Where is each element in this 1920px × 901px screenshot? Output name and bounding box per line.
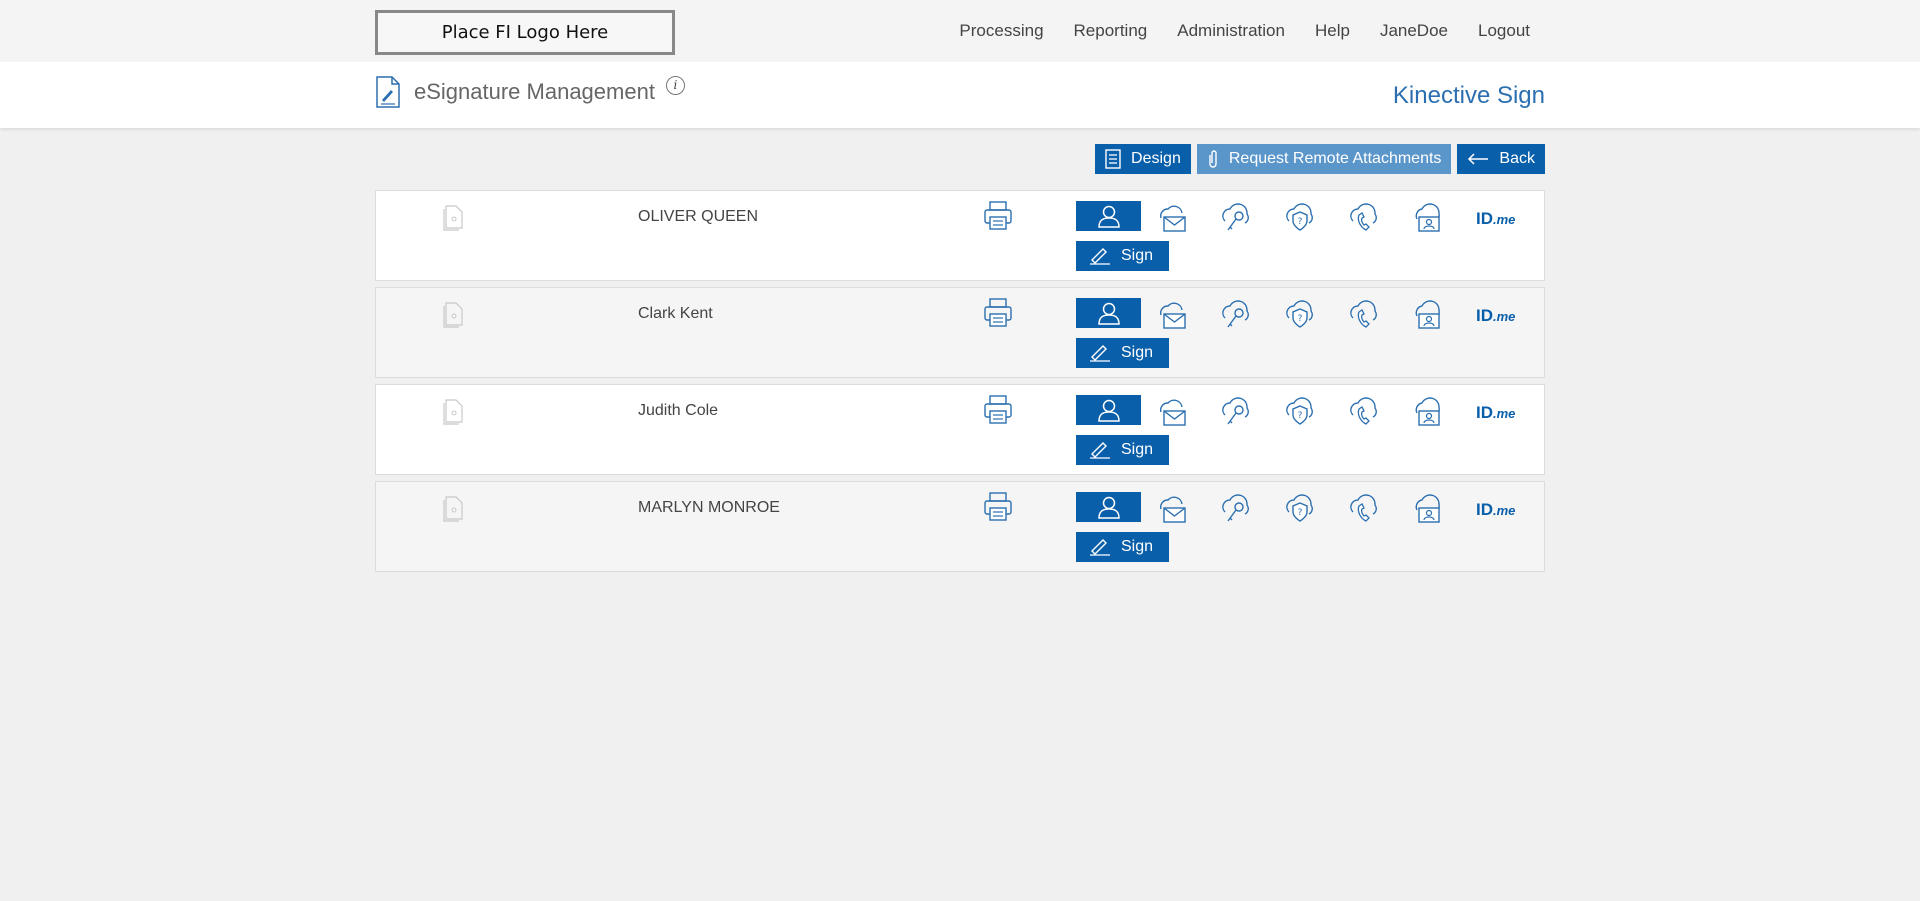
idme-icon[interactable]: ID.me [1476, 500, 1515, 520]
sign-label: Sign [1121, 538, 1154, 555]
person-icon [1097, 496, 1120, 519]
sign-label: Sign [1121, 344, 1154, 361]
idme-main: ID [1476, 403, 1493, 422]
title-bar: eSignature Management i Kinective Sign [0, 62, 1920, 128]
phone-cloud-icon[interactable] [1348, 300, 1380, 332]
nav-reporting[interactable]: Reporting [1074, 21, 1148, 41]
sign-label: Sign [1121, 247, 1154, 264]
idme-suffix: .me [1493, 406, 1516, 421]
pen-icon [1090, 539, 1110, 556]
in-person-signer-button[interactable] [1076, 492, 1141, 522]
sign-button[interactable]: Sign [1076, 241, 1169, 271]
id-card-cloud-icon[interactable] [1412, 300, 1444, 332]
design-label: Design [1131, 150, 1181, 167]
key-cloud-icon[interactable] [1220, 397, 1252, 429]
security-question-cloud-icon[interactable]: ? [1284, 203, 1316, 235]
pen-icon [1090, 345, 1110, 362]
email-cloud-icon[interactable] [1156, 397, 1188, 429]
action-toolbar: Design Request Remote Attachments Back [1089, 144, 1545, 174]
request-remote-attachments-label: Request Remote Attachments [1228, 150, 1442, 167]
main-nav: Processing Reporting Administration Help… [929, 0, 1530, 62]
idme-main: ID [1476, 306, 1493, 325]
idme-icon[interactable]: ID.me [1476, 209, 1515, 229]
svg-text:?: ? [1298, 217, 1303, 227]
page-heading: eSignature Management i [376, 75, 685, 108]
nav-processing[interactable]: Processing [959, 21, 1043, 41]
in-person-signer-button[interactable] [1076, 201, 1141, 231]
info-icon[interactable]: i [665, 75, 685, 95]
nav-user[interactable]: JaneDoe [1380, 21, 1448, 41]
printer-icon[interactable] [984, 201, 1012, 231]
printer-icon[interactable] [984, 492, 1012, 522]
printer-icon[interactable] [984, 298, 1012, 328]
document-icon[interactable] [442, 302, 464, 328]
page-title: eSignature Management [414, 79, 655, 104]
person-icon [1097, 205, 1120, 228]
security-question-cloud-icon[interactable]: ? [1284, 397, 1316, 429]
id-card-cloud-icon[interactable] [1412, 397, 1444, 429]
person-icon [1097, 399, 1120, 422]
back-button[interactable]: Back [1457, 144, 1545, 174]
back-label: Back [1499, 150, 1535, 167]
idme-suffix: .me [1493, 212, 1516, 227]
in-person-signer-button[interactable] [1076, 395, 1141, 425]
sign-button[interactable]: Sign [1076, 532, 1169, 562]
request-remote-attachments-button[interactable]: Request Remote Attachments [1196, 144, 1452, 174]
nav-logout[interactable]: Logout [1478, 21, 1530, 41]
idme-main: ID [1476, 209, 1493, 228]
idme-icon[interactable]: ID.me [1476, 306, 1515, 326]
email-cloud-icon[interactable] [1156, 494, 1188, 526]
id-card-cloud-icon[interactable] [1412, 203, 1444, 235]
svg-text:?: ? [1298, 411, 1303, 421]
email-cloud-icon[interactable] [1156, 300, 1188, 332]
idme-suffix: .me [1493, 503, 1516, 518]
brand-title: Kinective Sign [1392, 82, 1545, 109]
nav-help[interactable]: Help [1315, 21, 1350, 41]
signer-row: Judith Cole Sign ? ID.me [375, 384, 1545, 475]
document-icon[interactable] [442, 399, 464, 425]
pen-icon [1090, 442, 1110, 459]
sign-label: Sign [1121, 441, 1154, 458]
pen-icon [1090, 248, 1110, 265]
security-question-cloud-icon[interactable]: ? [1284, 494, 1316, 526]
svg-text:?: ? [1298, 314, 1303, 324]
phone-cloud-icon[interactable] [1348, 203, 1380, 235]
signer-list: OLIVER QUEEN Sign ? ID.me Clark Kent Sig… [375, 190, 1545, 578]
idme-main: ID [1476, 500, 1493, 519]
signer-row: MARLYN MONROE Sign ? ID.me [375, 481, 1545, 572]
arrow-left-icon [1468, 153, 1489, 165]
sign-button[interactable]: Sign [1076, 338, 1169, 368]
key-cloud-icon[interactable] [1220, 300, 1252, 332]
signer-name: Judith Cole [638, 402, 719, 419]
paperclip-icon [1209, 150, 1217, 168]
document-icon[interactable] [442, 496, 464, 522]
nav-administration[interactable]: Administration [1177, 21, 1285, 41]
id-card-cloud-icon[interactable] [1412, 494, 1444, 526]
svg-text:?: ? [1298, 508, 1303, 518]
phone-cloud-icon[interactable] [1348, 494, 1380, 526]
signer-name: MARLYN MONROE [638, 499, 780, 516]
signer-name: Clark Kent [638, 305, 713, 322]
security-question-cloud-icon[interactable]: ? [1284, 300, 1316, 332]
fi-logo-placeholder[interactable]: Place FI Logo Here [375, 10, 675, 55]
key-cloud-icon[interactable] [1220, 494, 1252, 526]
phone-cloud-icon[interactable] [1348, 397, 1380, 429]
email-cloud-icon[interactable] [1156, 203, 1188, 235]
design-button[interactable]: Design [1095, 144, 1191, 174]
key-cloud-icon[interactable] [1220, 203, 1252, 235]
idme-suffix: .me [1493, 309, 1516, 324]
in-person-signer-button[interactable] [1076, 298, 1141, 328]
signature-document-icon [376, 76, 400, 108]
document-icon[interactable] [442, 205, 464, 231]
design-list-icon [1105, 149, 1121, 169]
signer-name: OLIVER QUEEN [638, 208, 759, 225]
signer-row: OLIVER QUEEN Sign ? ID.me [375, 190, 1545, 281]
signer-row: Clark Kent Sign ? ID.me [375, 287, 1545, 378]
sign-button[interactable]: Sign [1076, 435, 1169, 465]
printer-icon[interactable] [984, 395, 1012, 425]
idme-icon[interactable]: ID.me [1476, 403, 1515, 423]
person-icon [1097, 302, 1120, 325]
top-bar: Place FI Logo Here Processing Reporting … [0, 0, 1920, 62]
